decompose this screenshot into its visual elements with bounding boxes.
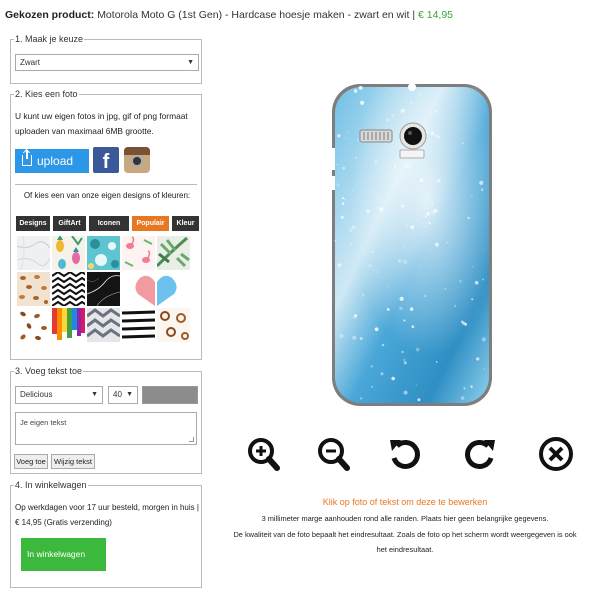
thumb-zigzag-lines[interactable] bbox=[52, 272, 85, 306]
step1-title: 1. Maak je keuze bbox=[14, 34, 85, 45]
step2-title: 2. Kies een foto bbox=[14, 89, 79, 100]
product-name: Motorola Moto G (1st Gen) - Hardcase hoe… bbox=[97, 9, 410, 21]
step4-panel: 4. In winkelwagen Op werkdagen voor 17 u… bbox=[10, 480, 202, 588]
thumb-chevron-grey[interactable] bbox=[87, 308, 120, 342]
custom-text-placeholder: Je eigen tekst bbox=[20, 418, 67, 427]
tab-giftart[interactable]: GiftArt bbox=[53, 216, 86, 231]
phone-case-image[interactable] bbox=[330, 83, 492, 406]
step4-title: 4. In winkelwagen bbox=[14, 480, 88, 491]
thumb-flamingos[interactable] bbox=[122, 236, 155, 270]
rotate-right-icon[interactable] bbox=[463, 436, 497, 472]
thumb-turquoise-pattern[interactable] bbox=[87, 236, 120, 270]
thumb-half-heart-blue[interactable] bbox=[157, 272, 190, 306]
thumb-black-marble[interactable] bbox=[87, 272, 120, 306]
add-to-cart-button[interactable]: In winkelwagen bbox=[21, 538, 106, 571]
font-select-value: Delicious bbox=[20, 390, 53, 399]
chevron-down-icon: ▼ bbox=[187, 59, 194, 66]
thumb-paint-drips[interactable] bbox=[52, 308, 85, 342]
divider bbox=[15, 184, 197, 185]
selected-product-label: Gekozen product: bbox=[5, 9, 95, 21]
thumb-half-heart-pink[interactable] bbox=[122, 272, 155, 306]
font-size-select[interactable]: 40 ▼ bbox=[108, 386, 138, 404]
zoom-out-icon[interactable] bbox=[316, 436, 350, 472]
thumb-marble-white[interactable] bbox=[17, 236, 50, 270]
margin-note: 3 millimeter marge aanhouden rond alle r… bbox=[261, 514, 549, 523]
tab-kleur[interactable]: Kleur bbox=[172, 216, 199, 231]
thumb-palm-leaves[interactable] bbox=[157, 236, 190, 270]
font-select[interactable]: Delicious ▼ bbox=[15, 386, 103, 404]
header-separator: | bbox=[412, 9, 416, 21]
designs-intro: Of kies een van onze eigen designs of kl… bbox=[23, 191, 191, 200]
thumb-coffee-cups[interactable] bbox=[157, 308, 190, 342]
editor-toolbar bbox=[0, 436, 600, 472]
quality-note: De kwaliteit van de foto bepaalt het ein… bbox=[233, 530, 577, 539]
font-size-select-value: 40 bbox=[113, 390, 122, 399]
delivery-info: Op werkdagen voor 17 uur besteld, morgen… bbox=[15, 503, 199, 527]
delete-icon[interactable] bbox=[538, 436, 573, 472]
selected-product-header: Gekozen product: Motorola Moto G (1st Ge… bbox=[5, 9, 453, 21]
edit-hint: Klik op foto of tekst om deze te bewerke… bbox=[322, 497, 488, 507]
instagram-button[interactable] bbox=[124, 147, 150, 173]
upload-button[interactable]: upload bbox=[15, 149, 89, 173]
chevron-down-icon: ▼ bbox=[126, 391, 133, 398]
upload-button-label: upload bbox=[37, 154, 74, 168]
tab-designs[interactable]: Designs bbox=[16, 216, 50, 231]
chevron-down-icon: ▼ bbox=[91, 391, 98, 398]
text-color-picker[interactable] bbox=[142, 386, 198, 404]
design-tabs: Designs GiftArt Iconen Populair Kleur bbox=[16, 216, 199, 231]
thumb-pineapples[interactable] bbox=[52, 236, 85, 270]
instagram-icon bbox=[131, 155, 143, 167]
step1-panel: 1. Maak je keuze Zwart ▼ bbox=[10, 34, 202, 84]
facebook-icon: f bbox=[102, 151, 110, 173]
instagram-icon-band bbox=[124, 147, 150, 155]
step3-title: 3. Voeg tekst toe bbox=[14, 366, 84, 377]
tab-iconen[interactable]: Iconen bbox=[89, 216, 129, 231]
tab-populair[interactable]: Populair bbox=[132, 216, 169, 231]
thumb-brush-stripes[interactable] bbox=[122, 308, 155, 342]
thumb-leopard-print[interactable] bbox=[17, 272, 50, 306]
rotate-left-icon[interactable] bbox=[388, 436, 422, 472]
upload-icon bbox=[22, 150, 32, 166]
step2-panel: 2. Kies een foto U kunt uw eigen fotos i… bbox=[10, 89, 202, 360]
zoom-in-icon[interactable] bbox=[246, 436, 280, 472]
quality-note-end: het eindresultaat. bbox=[376, 545, 434, 554]
case-color-select-value: Zwart bbox=[20, 58, 40, 67]
upload-instructions: U kunt uw eigen fotos in jpg, gif of png… bbox=[15, 111, 188, 136]
thumb-coffee-beans[interactable] bbox=[17, 308, 50, 342]
facebook-button[interactable]: f bbox=[93, 147, 119, 173]
case-color-select[interactable]: Zwart ▼ bbox=[15, 54, 199, 71]
product-price: € 14,95 bbox=[417, 9, 454, 21]
phone-preview[interactable] bbox=[330, 83, 492, 411]
